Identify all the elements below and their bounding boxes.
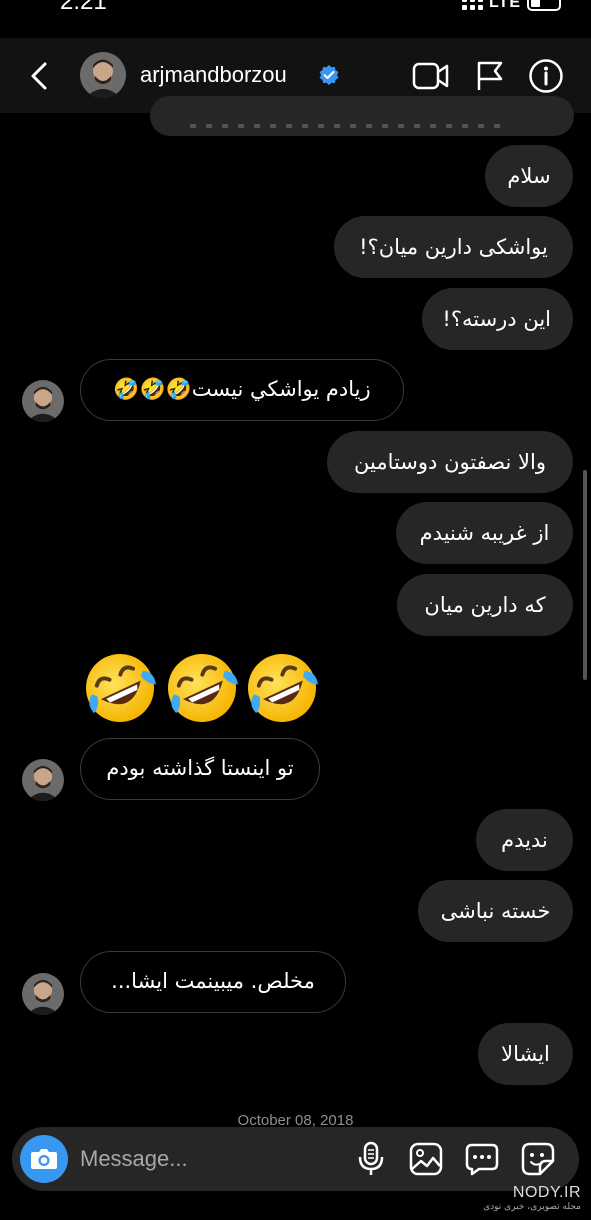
message-bubble-incoming[interactable]: مخلص. ميبينمت ايشا...	[80, 951, 346, 1013]
message-bubble-outgoing[interactable]: سلام	[485, 145, 573, 207]
sender-avatar[interactable]	[22, 759, 64, 801]
gallery-button[interactable]	[408, 1141, 444, 1177]
camera-icon	[31, 1149, 57, 1169]
message-bubble-outgoing[interactable]: خسته نباشی	[418, 880, 573, 942]
video-call-button[interactable]	[412, 60, 450, 92]
status-time: 2:21	[60, 0, 107, 15]
partial-message-bubble[interactable]	[150, 96, 574, 136]
report-button[interactable]	[474, 60, 506, 92]
watermark: NODY.IR مجله تصویری، خبری نودی	[483, 1184, 581, 1212]
chat-bubble-icon	[465, 1143, 499, 1176]
battery-icon	[527, 0, 561, 11]
microphone-icon	[358, 1141, 384, 1175]
sender-avatar[interactable]	[22, 973, 64, 1015]
sticker-button[interactable]	[520, 1141, 556, 1177]
message-bubble-outgoing[interactable]: نديدم	[476, 809, 573, 871]
watermark-subtitle: مجله تصویری، خبری نودی	[483, 1202, 581, 1212]
message-composer	[12, 1127, 579, 1191]
quick-replies-button[interactable]	[464, 1141, 500, 1177]
back-button[interactable]	[22, 58, 58, 94]
voice-message-button[interactable]	[356, 1141, 386, 1177]
flag-icon	[477, 61, 503, 90]
message-input[interactable]	[80, 1141, 350, 1177]
sticker-icon	[521, 1142, 555, 1176]
status-bar: 2:21 LTE	[0, 0, 591, 18]
big-emoji-message[interactable]: 🤣🤣🤣	[84, 650, 324, 730]
message-bubble-incoming[interactable]: زيادم يواشکي نيست🤣🤣🤣	[80, 359, 404, 421]
header-avatar[interactable]	[80, 52, 126, 98]
network-label: LTE	[488, 0, 521, 11]
signal-dots-icon	[461, 0, 483, 10]
message-bubble-outgoing[interactable]: ايشالا	[478, 1023, 573, 1085]
message-bubble-outgoing[interactable]: که دارين ميان	[397, 574, 573, 636]
info-icon	[529, 59, 563, 93]
image-icon	[409, 1142, 443, 1176]
verified-badge-icon	[319, 65, 339, 85]
message-bubble-outgoing[interactable]: اين درسته؟!	[422, 288, 573, 350]
message-bubble-outgoing[interactable]: از غريبه شنيدم	[396, 502, 573, 564]
info-button[interactable]	[528, 58, 564, 94]
header-username[interactable]: arjmandborzou	[140, 62, 287, 88]
rofl-emoji-icon	[86, 654, 318, 722]
message-bubble-incoming[interactable]: تو اينستا گذاشته بودم	[80, 738, 320, 800]
sender-avatar[interactable]	[22, 380, 64, 422]
message-bubble-outgoing[interactable]: يواشکی دارين ميان؟!	[334, 216, 573, 278]
watermark-name: NODY.IR	[512, 1184, 581, 1201]
camera-button[interactable]	[20, 1135, 68, 1183]
message-bubble-outgoing[interactable]: والا نصفتون دوستامين	[327, 431, 573, 493]
video-camera-icon	[412, 62, 449, 90]
scrollbar[interactable]	[583, 470, 587, 680]
chevron-left-icon	[31, 62, 47, 90]
status-indicators: LTE	[461, 0, 561, 12]
